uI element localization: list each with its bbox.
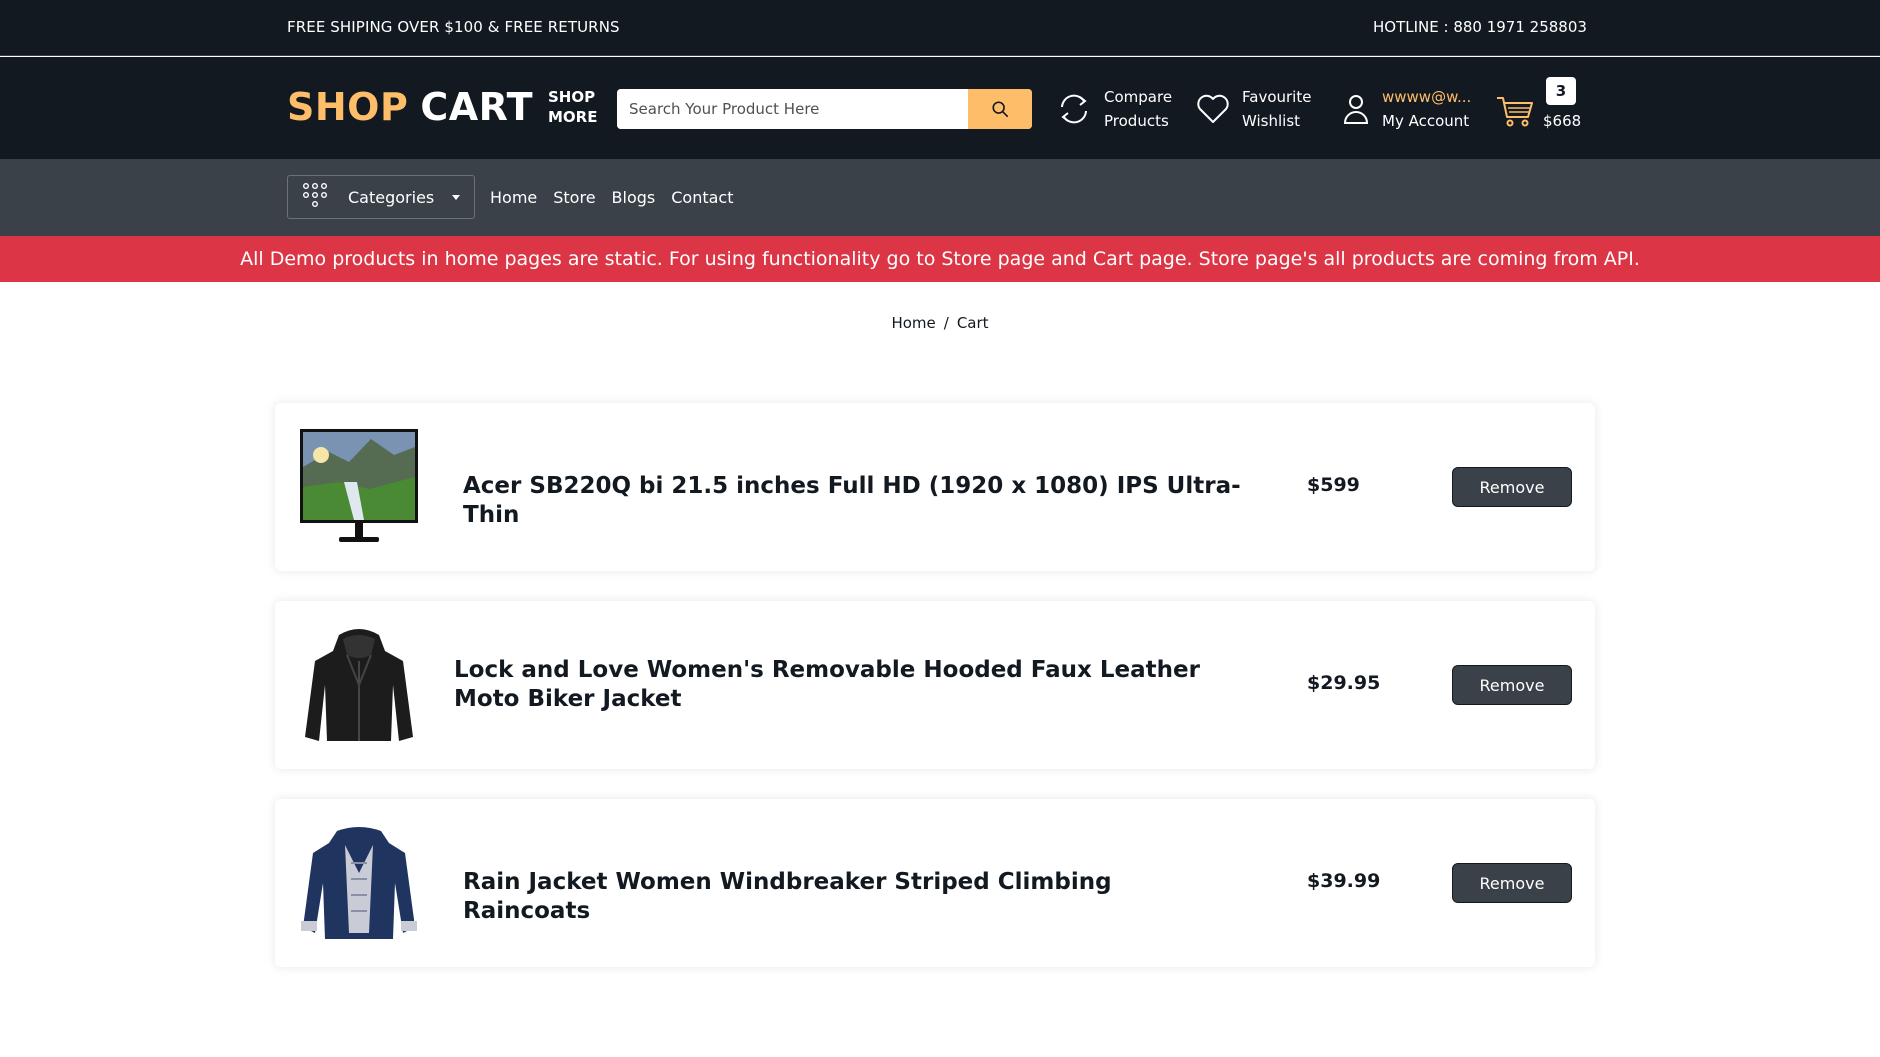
remove-button[interactable]: Remove xyxy=(1452,665,1572,705)
cart-item-price: $29.95 xyxy=(1307,672,1381,694)
search-icon xyxy=(992,101,1009,118)
shop-more-line2: MORE xyxy=(548,108,598,126)
cart-item-price: $599 xyxy=(1307,474,1360,496)
heart-icon xyxy=(1196,93,1230,125)
wishlist-line1: Favourite xyxy=(1242,88,1312,106)
breadcrumb-separator: / xyxy=(943,314,949,332)
categories-label: Categories xyxy=(348,187,435,207)
compare-line2: Products xyxy=(1104,112,1169,130)
cart-total: $668 xyxy=(1543,112,1582,130)
cart-icon xyxy=(1497,97,1533,127)
cart-item-title: Lock and Love Women's Removable Hooded F… xyxy=(454,657,1200,712)
cart-item-title: Acer SB220Q bi 21.5 inches Full HD (1920… xyxy=(463,473,1241,528)
nav-link-store[interactable]: Store xyxy=(553,188,595,207)
main-header: SHOP CART SHOP MORE Search Your Product … xyxy=(0,57,1880,159)
cart-item-title: Rain Jacket Women Windbreaker Striped Cl… xyxy=(463,869,1112,924)
demo-notice-text: All Demo products in home pages are stat… xyxy=(240,248,1640,270)
top-strip: FREE SHIPING OVER $100 & FREE RETURNS HO… xyxy=(0,0,1880,56)
user-icon xyxy=(1342,93,1370,125)
categories-dropdown[interactable]: Categories xyxy=(287,175,475,219)
shop-more-link[interactable]: SHOP MORE xyxy=(548,87,597,127)
nav-link-home[interactable]: Home xyxy=(490,188,537,207)
cart-link[interactable]: 3 $668 xyxy=(1496,77,1596,137)
account-email: wwww@w... xyxy=(1382,88,1472,106)
compare-line1: Compare xyxy=(1104,88,1173,106)
chevron-down-icon xyxy=(452,195,460,200)
nav-bar: Categories Home Store Blogs Contact xyxy=(0,159,1880,236)
grid-dots-icon xyxy=(302,182,328,212)
logo-shop: SHOP xyxy=(287,85,409,129)
monitor-icon[interactable] xyxy=(299,427,419,547)
leather-jacket-icon[interactable] xyxy=(299,625,419,745)
compare-products-link[interactable]: Compare Products xyxy=(1056,85,1172,133)
search-input[interactable] xyxy=(617,89,968,129)
remove-button[interactable]: Remove xyxy=(1452,863,1572,903)
logo[interactable]: SHOP CART xyxy=(287,85,533,129)
breadcrumb-current: Cart xyxy=(956,314,989,332)
cart-count-badge: 3 xyxy=(1546,77,1576,105)
remove-button[interactable]: Remove xyxy=(1452,467,1572,507)
cart-item: Acer SB220Q bi 21.5 inches Full HD (1920… xyxy=(275,403,1595,571)
breadcrumb: Home / Cart xyxy=(0,314,1880,332)
nav-link-blogs[interactable]: Blogs xyxy=(612,188,656,207)
cart-item: Lock and Love Women's Removable Hooded F… xyxy=(275,601,1595,769)
wishlist-link[interactable]: Favourite Wishlist xyxy=(1196,85,1311,133)
hotline-text: HOTLINE : 880 1971 258803 xyxy=(1373,18,1587,36)
search-button[interactable] xyxy=(968,89,1032,129)
breadcrumb-home[interactable]: Home xyxy=(891,314,935,332)
rain-jacket-icon[interactable] xyxy=(299,823,419,943)
demo-notice-banner: All Demo products in home pages are stat… xyxy=(0,236,1880,282)
nav-links: Home Store Blogs Contact xyxy=(490,188,734,207)
account-label: My Account xyxy=(1382,112,1470,130)
free-shipping-text: FREE SHIPING OVER $100 & FREE RETURNS xyxy=(287,18,620,36)
nav-link-contact[interactable]: Contact xyxy=(671,188,733,207)
wishlist-line2: Wishlist xyxy=(1242,112,1301,130)
account-link[interactable]: wwww@w... My Account xyxy=(1342,85,1471,133)
search-bar xyxy=(617,89,1032,129)
cart-item: Rain Jacket Women Windbreaker Striped Cl… xyxy=(275,799,1595,967)
cart-item-price: $39.99 xyxy=(1307,870,1381,892)
logo-cart: CART xyxy=(420,85,534,129)
compare-icon xyxy=(1056,91,1092,127)
shop-more-line1: SHOP xyxy=(548,88,596,106)
